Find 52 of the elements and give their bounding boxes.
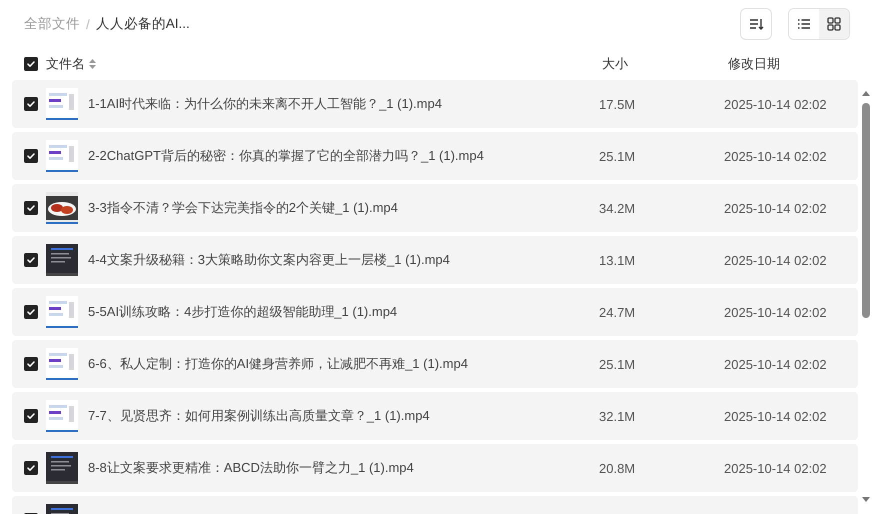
file-row[interactable]: 7-7、见贤思齐：如何用案例训练出高质量文章？_1 (1).mp4 32.1M 2025-10-14 02:02: [12, 392, 858, 440]
sort-arrows-icon: [89, 59, 96, 69]
modified-date: 2025-10-14 02:02: [724, 96, 827, 112]
file-name: 7-7、见贤思齐：如何用案例训练出高质量文章？_1 (1).mp4: [88, 407, 431, 425]
file-name: 8-8让文案要求更精准：ABCD法助你一臂之力_1 (1).mp4: [88, 459, 415, 477]
file-row[interactable]: 2-2ChatGPT背后的秘密：你真的掌握了它的全部潜力吗？_1 (1).mp4 25.1M 2025-10-14 02:02: [12, 132, 858, 180]
modified-date: 2025-10-14 02:02: [724, 252, 827, 268]
file-size: 34.2M: [599, 200, 636, 216]
checkbox[interactable]: [24, 305, 38, 319]
file-name: 3-3指令不清？学会下达完美指令的2个关键_1 (1).mp4: [88, 199, 399, 217]
file-name: 1-1AI时代来临：为什么你的未来离不开人工智能？_1 (1).mp4: [88, 95, 443, 113]
file-size: 32.1M: [599, 408, 636, 424]
file-size: 13.1M: [599, 252, 636, 268]
sort-icon: [748, 16, 764, 32]
file-name: 4-4文案升级秘籍：3大策略助你文案内容更上一层楼_1 (1).mp4: [88, 251, 451, 269]
column-header[interactable]: 文件名: [46, 55, 602, 73]
file-row[interactable]: 3-3指令不清？学会下达完美指令的2个关键_1 (1).mp4 34.2M 2025-10-14 02:02: [12, 184, 858, 232]
file-name: 5-5AI训练攻略：4步打造你的超级智能助理_1 (1).mp4: [88, 303, 398, 321]
file-row[interactable]: 8-8让文案要求更精准：ABCD法助你一臂之力_1 (1).mp4 20.8M 2025-10-14 02:02: [12, 444, 858, 492]
file-row[interactable]: 1-1AI时代来临：为什么你的未来离不开人工智能？_1 (1).mp4 17.5M 2025-10-14 02:02: [12, 80, 858, 128]
file-size: 17.5M: [599, 96, 636, 112]
file-row[interactable]: 4-4文案升级秘籍：3大策略助你文案内容更上一层楼_1 (1).mp4 13.1M 2025-10-14 02:02: [12, 236, 858, 284]
file-name: 6-6、私人定制：打造你的AI健身营养师，让减肥不再难_1 (1).mp4: [88, 355, 469, 373]
column-header[interactable]: 大小: [602, 55, 728, 73]
modified-date: 2025-10-14 02:02: [724, 408, 827, 424]
checkbox[interactable]: [24, 253, 38, 267]
checkbox[interactable]: [24, 201, 38, 215]
file-name: 2-2ChatGPT背后的秘密：你真的掌握了它的全部潜力吗？_1 (1).mp4: [88, 147, 485, 165]
checkbox[interactable]: [24, 357, 38, 371]
sort-button[interactable]: [740, 8, 772, 40]
grid-view-button[interactable]: [819, 9, 849, 39]
modified-date: 2025-10-14 02:02: [724, 304, 827, 320]
file-row[interactable]: 5-5AI训练攻略：4步打造你的超级智能助理_1 (1).mp4 24.7M 2025-10-14 02:02: [12, 288, 858, 336]
grid-icon: [827, 17, 841, 31]
breadcrumb-separator: /: [86, 16, 90, 32]
modified-date: 2025-10-14 02:02: [724, 460, 827, 476]
checkbox[interactable]: [24, 57, 38, 71]
file-size: 20.8M: [599, 460, 636, 476]
checkbox[interactable]: [24, 149, 38, 163]
modified-date: 2025-10-14 02:02: [724, 356, 827, 372]
modified-date: 2025-10-14 02:02: [724, 148, 827, 164]
file-size: 24.7M: [599, 304, 636, 320]
checkbox[interactable]: [24, 461, 38, 475]
checkbox[interactable]: [24, 409, 38, 423]
file-size: 25.1M: [599, 148, 636, 164]
file-row[interactable]: 6-6、私人定制：打造你的AI健身营养师，让减肥不再难_1 (1).mp4 25.1M 2025-10-14 02:02: [12, 340, 858, 388]
checkbox[interactable]: [24, 97, 38, 111]
breadcrumb-item[interactable]: 人人必备的AI...: [96, 15, 190, 33]
column-header[interactable]: 修改日期: [728, 55, 780, 73]
file-size: 25.1M: [599, 356, 636, 372]
list-icon: [797, 17, 811, 31]
modified-date: 2025-10-14 02:02: [724, 200, 827, 216]
